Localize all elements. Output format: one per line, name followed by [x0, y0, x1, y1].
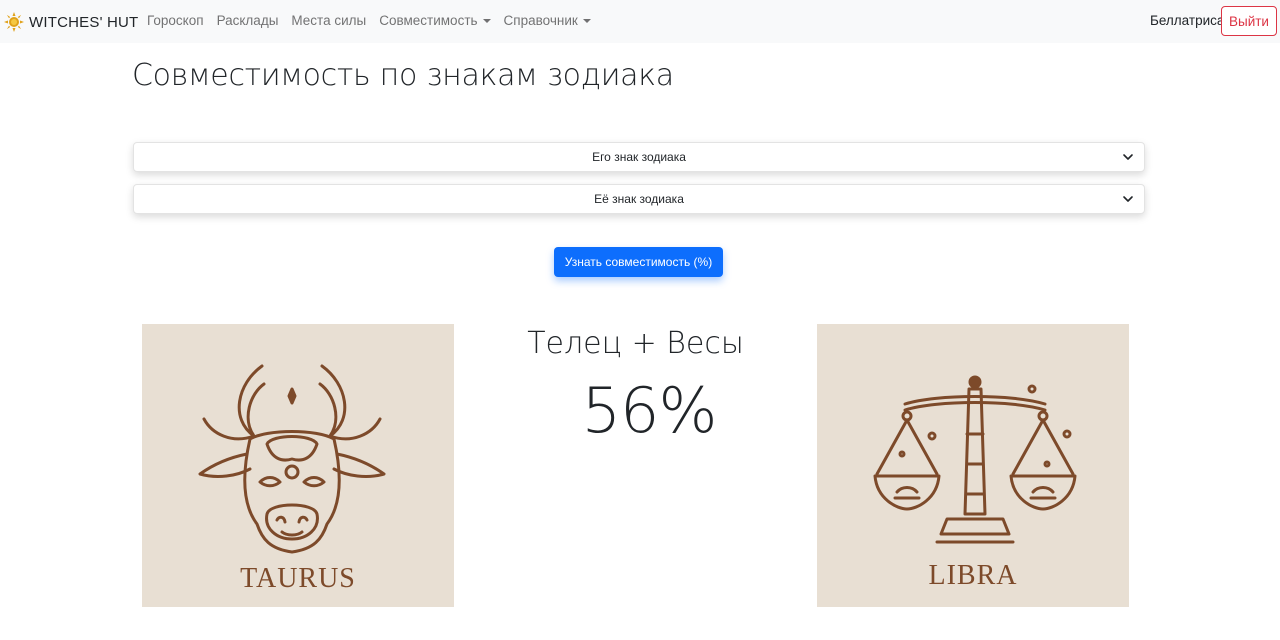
her-sign-select-value: Её знак зодиака	[594, 192, 684, 206]
nav-reference-label: Справочник	[503, 13, 578, 28]
compatibility-percent: 56%	[581, 374, 718, 447]
nav-places-of-power[interactable]: Места силы	[291, 13, 366, 28]
user-name: Беллатриса	[1150, 13, 1225, 28]
his-sign-select-value: Его знак зодиака	[592, 150, 686, 164]
her-sign-select[interactable]: Её знак зодиака	[133, 184, 1145, 214]
nav-horoscope-label: Гороскоп	[147, 13, 204, 28]
caret-down-icon	[582, 18, 591, 23]
taurus-image: TAURUS	[142, 324, 454, 607]
nav-compatibility-dropdown[interactable]: Совместимость	[379, 13, 491, 28]
brand-name: WITCHES' HUT	[29, 13, 139, 31]
chevron-down-icon	[1123, 154, 1133, 160]
main-nav: Гороскоп Расклады Места силы Совместимос…	[147, 13, 604, 28]
caret-down-icon	[482, 18, 491, 23]
nav-horoscope[interactable]: Гороскоп	[147, 13, 204, 28]
nav-spreads-label: Расклады	[216, 13, 279, 28]
nav-reference-dropdown[interactable]: Справочник	[504, 13, 591, 28]
brand[interactable]: WITCHES' HUT	[4, 11, 138, 33]
his-sign-select[interactable]: Его знак зодиака	[133, 142, 1145, 172]
page-title: Совместимость по знакам зодиака	[132, 58, 674, 93]
nav-spreads[interactable]: Расклады	[217, 13, 279, 28]
taurus-label: TAURUS	[240, 563, 356, 594]
pair-title: Телец + Весы	[527, 326, 744, 361]
libra-label: LIBRA	[928, 560, 1018, 591]
logout-button[interactable]: Выйти	[1221, 6, 1277, 36]
nav-places-of-power-label: Места силы	[291, 13, 367, 28]
check-compatibility-button[interactable]: Узнать совместимость (%)	[554, 247, 723, 277]
nav-compatibility-label: Совместимость	[379, 13, 478, 28]
chevron-down-icon	[1123, 196, 1133, 202]
libra-image: LIBRA	[817, 324, 1129, 607]
sun-logo-icon	[4, 12, 24, 32]
navbar: WITCHES' HUT Гороскоп Расклады Места сил…	[0, 0, 1280, 43]
